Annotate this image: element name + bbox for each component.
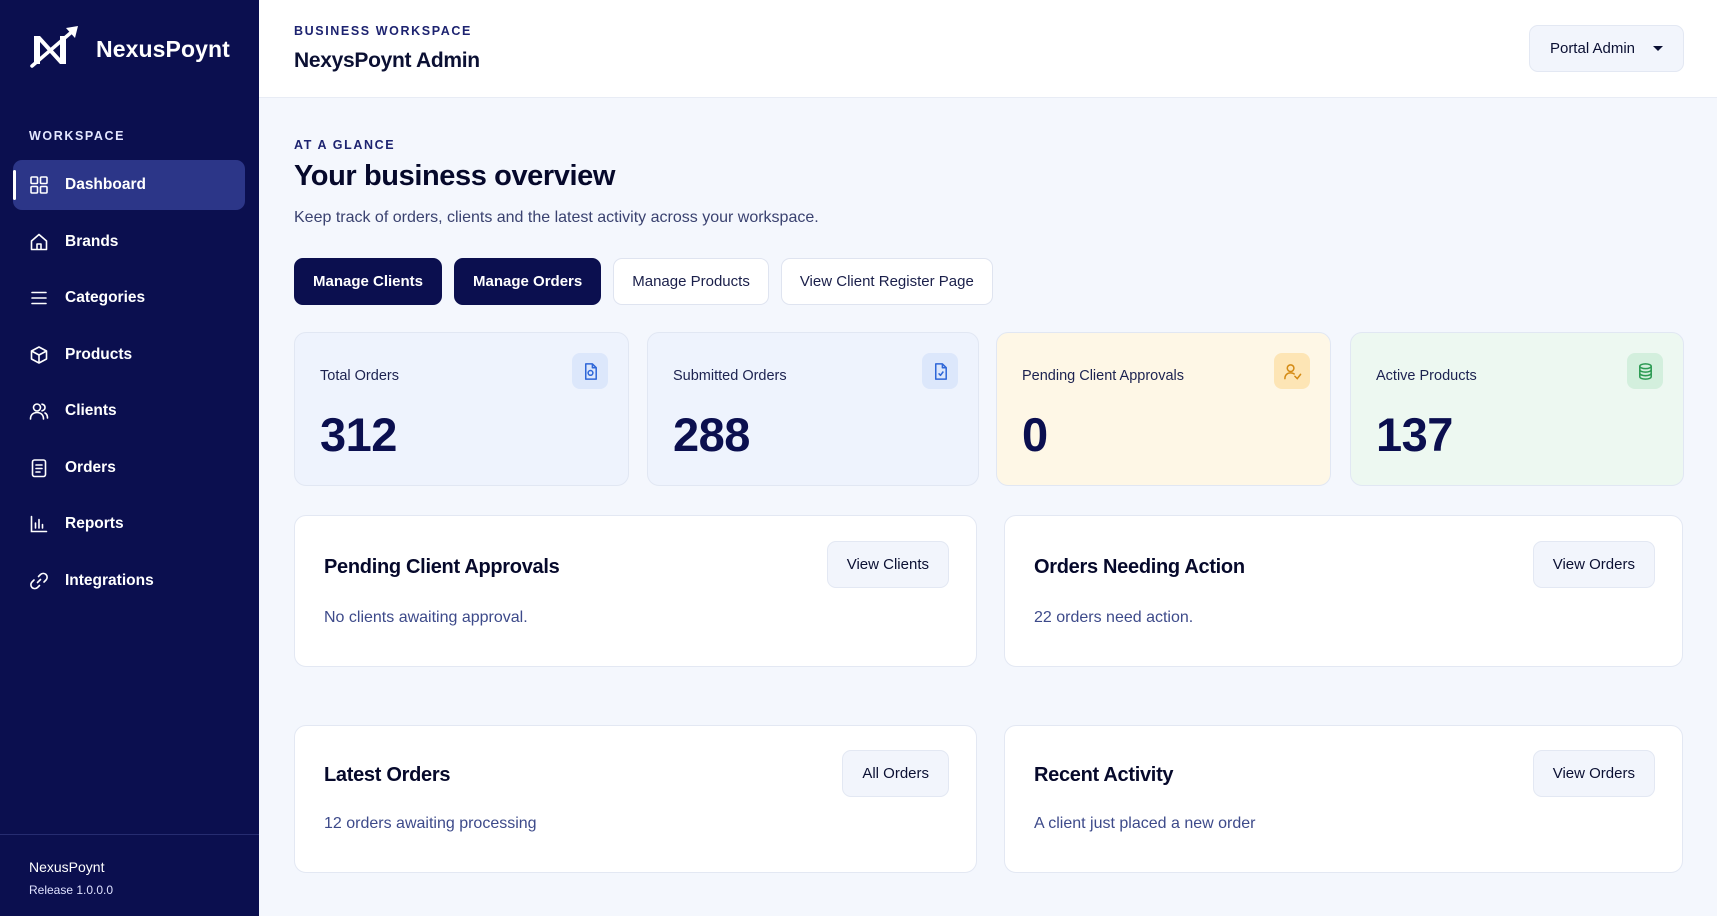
manage-clients-button[interactable]: Manage Clients <box>294 258 443 305</box>
card-text: No clients awaiting approval. <box>324 609 528 626</box>
sidebar-item-clients[interactable]: Clients <box>13 386 245 436</box>
view-client-register-page-button[interactable]: View Client Register Page <box>780 258 993 305</box>
user-menu-label: Portal Admin <box>1549 40 1636 57</box>
release-version: Release 1.0.0.0 <box>29 883 114 897</box>
all-orders-button[interactable]: All Orders <box>842 750 949 797</box>
card-recent-activity: Recent Activity A client just placed a n… <box>1004 725 1683 873</box>
file-icon <box>572 353 608 389</box>
stat-label: Submitted Orders <box>673 368 787 384</box>
main-content: AT A GLANCE Your business overview Keep … <box>259 98 1717 916</box>
sidebar-item-label: Reports <box>65 515 124 532</box>
footer-brand: NexusPoynt <box>29 859 105 875</box>
section-eyebrow: AT A GLANCE <box>294 138 396 152</box>
sidebar-item-label: Dashboard <box>65 176 146 193</box>
sidebar-item-label: Products <box>65 345 133 363</box>
card-text: A client just placed a new order <box>1034 815 1256 832</box>
database-icon <box>1627 353 1663 389</box>
stat-value: 0 <box>1022 408 1048 461</box>
card-text: 22 orders need action. <box>1034 609 1194 626</box>
card-title: Latest Orders <box>324 764 451 786</box>
sidebar-item-categories[interactable]: Categories <box>13 273 245 323</box>
sidebar-footer: NexusPoynt Release 1.0.0.0 <box>0 834 259 916</box>
sidebar-item-brands[interactable]: Brands <box>13 217 245 267</box>
sidebar-item-reports[interactable]: Reports <box>13 499 245 549</box>
sidebar-nav: Dashboard Brands Categories Products Cli… <box>13 160 245 612</box>
card-title: Pending Client Approvals <box>324 556 560 578</box>
sidebar: NexusPoynt WORKSPACE Dashboard Brands Ca… <box>0 0 259 916</box>
view-clients-button[interactable]: View Clients <box>826 541 949 588</box>
stat-card-active-products: Active Products 137 <box>1350 332 1684 486</box>
stat-label: Active Products <box>1376 368 1477 384</box>
stat-label: Total Orders <box>320 368 399 384</box>
page-title: Your business overview <box>294 160 616 192</box>
sidebar-item-label: Orders <box>65 458 116 476</box>
card-latest-orders: Latest Orders 12 orders awaiting process… <box>294 725 977 873</box>
page-subtitle: Keep track of orders, clients and the la… <box>294 209 819 226</box>
user-check-icon <box>1274 353 1310 389</box>
card-title: Recent Activity <box>1034 764 1174 786</box>
header-title: NexysPoynt Admin <box>294 49 480 72</box>
logo-mark-icon <box>30 26 78 68</box>
card-text: 12 orders awaiting processing <box>324 815 537 832</box>
top-header: BUSINESS WORKSPACE NexysPoynt Admin Port… <box>259 0 1717 98</box>
document-icon <box>922 353 958 389</box>
box-icon <box>29 345 49 365</box>
stat-value: 288 <box>673 408 750 461</box>
quick-actions: Manage Clients Manage Orders Manage Prod… <box>294 258 993 305</box>
user-menu-dropdown[interactable]: Portal Admin <box>1529 25 1684 72</box>
sidebar-item-integrations[interactable]: Integrations <box>13 556 245 606</box>
sidebar-item-orders[interactable]: Orders <box>13 443 245 493</box>
card-orders-needing-action: Orders Needing Action 22 orders need act… <box>1004 515 1683 667</box>
bar-chart-icon <box>29 514 49 534</box>
chevron-down-icon <box>1653 46 1664 51</box>
stat-card-pending-client-approvals: Pending Client Approvals 0 <box>996 332 1331 486</box>
sidebar-item-label: Brands <box>65 232 119 250</box>
link-icon <box>29 571 49 591</box>
home-icon <box>29 232 49 252</box>
stat-label: Pending Client Approvals <box>1022 368 1185 384</box>
header-eyebrow: BUSINESS WORKSPACE <box>294 24 472 38</box>
sidebar-item-label: Clients <box>65 402 117 419</box>
card-pending-client-approvals: Pending Client Approvals No clients awai… <box>294 515 977 667</box>
sidebar-item-label: Categories <box>65 289 146 306</box>
card-title: Orders Needing Action <box>1034 556 1245 578</box>
manage-orders-button[interactable]: Manage Orders <box>454 258 602 305</box>
brand-name: NexusPoynt <box>96 35 230 62</box>
brand-logo[interactable]: NexusPoynt <box>30 24 230 74</box>
sidebar-section-label: WORKSPACE <box>29 129 126 143</box>
stat-card-submitted-orders: Submitted Orders 288 <box>647 332 979 486</box>
view-orders-button[interactable]: View Orders <box>1532 750 1655 797</box>
stat-card-total-orders: Total Orders 312 <box>294 332 629 486</box>
list-icon <box>29 288 49 308</box>
sidebar-item-dashboard[interactable]: Dashboard <box>13 160 245 210</box>
clipboard-icon <box>29 458 49 478</box>
users-icon <box>29 401 49 421</box>
grid-icon <box>29 175 49 195</box>
manage-products-button[interactable]: Manage Products <box>613 258 769 305</box>
stat-value: 312 <box>320 408 397 461</box>
view-orders-button[interactable]: View Orders <box>1532 541 1655 588</box>
sidebar-item-products[interactable]: Products <box>13 330 245 380</box>
sidebar-item-label: Integrations <box>65 571 154 589</box>
stat-value: 137 <box>1376 408 1453 461</box>
